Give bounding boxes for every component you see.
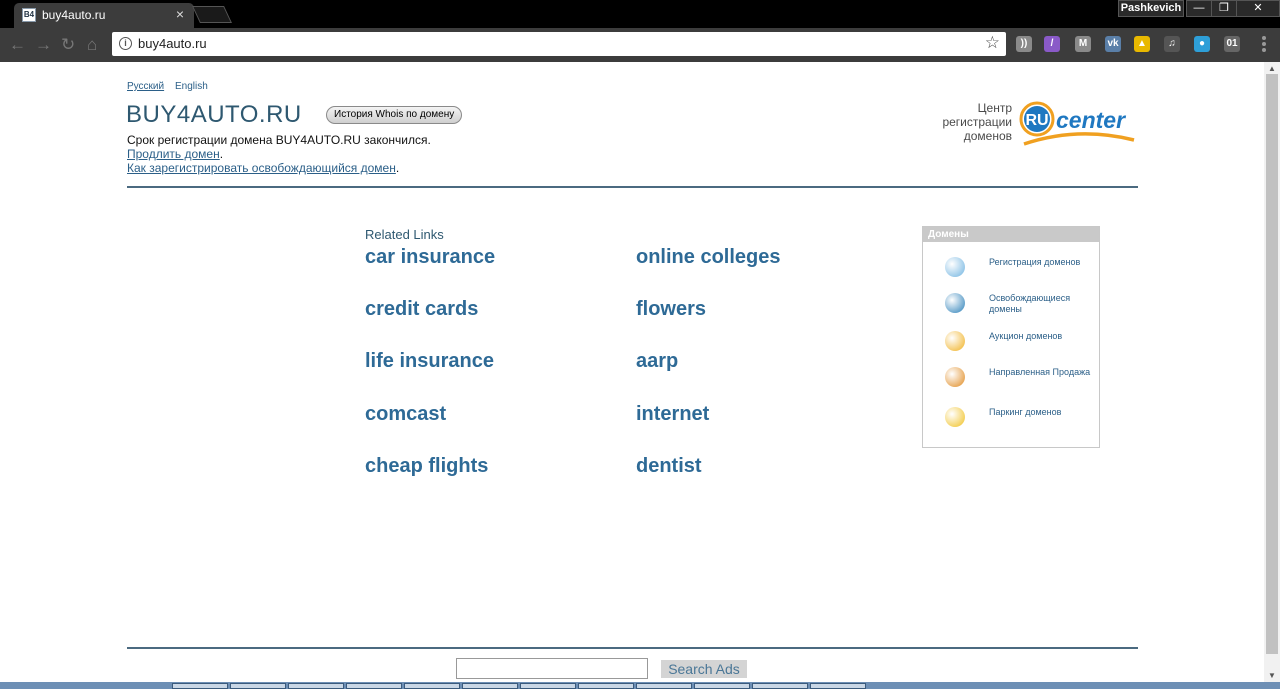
rucenter-logo[interactable]: RU center	[1018, 98, 1138, 152]
rucenter-center-text: center	[1056, 107, 1126, 133]
taskbar-item[interactable]	[172, 683, 228, 689]
exchange-icon	[945, 367, 965, 387]
rucenter-caption: Центр регистрации доменов	[942, 101, 1012, 143]
ru-wings-icon	[945, 293, 965, 313]
scroll-down-icon[interactable]: ▼	[1268, 671, 1276, 680]
taskbar-item[interactable]	[520, 683, 576, 689]
minimize-button[interactable]: —	[1186, 0, 1212, 17]
info-icon[interactable]: i	[119, 37, 132, 50]
site-favicon-icon: B4	[22, 8, 36, 22]
search-ads-button[interactable]: Search Ads	[661, 660, 747, 678]
domains-menu-label[interactable]: Аукцион доменов	[989, 331, 1093, 342]
taskbar-item[interactable]	[752, 683, 808, 689]
taskbar-item[interactable]	[636, 683, 692, 689]
lang-russian-link[interactable]: Русский	[127, 81, 164, 92]
browser-tab[interactable]: B4 buy4auto.ru ×	[14, 3, 194, 28]
chrome-icon[interactable]: ●	[1194, 36, 1210, 52]
related-link[interactable]: dentist	[636, 455, 702, 478]
related-links-title: Related Links	[365, 227, 444, 242]
related-link[interactable]: internet	[636, 403, 709, 426]
expired-notice: Срок регистрации домена BUY4AUTO.RU зако…	[127, 133, 431, 147]
howto-period: .	[395, 161, 400, 175]
lang-english-link[interactable]: English	[175, 81, 208, 92]
os-taskbar	[0, 682, 1280, 689]
domains-menu-label[interactable]: Паркинг доменов	[989, 407, 1093, 418]
related-link[interactable]: cheap flights	[365, 455, 488, 478]
drive-icon[interactable]: ▲	[1134, 36, 1150, 52]
howto-register-link[interactable]: Как зарегистрировать освобождающийся дом…	[127, 161, 396, 175]
scroll-up-icon[interactable]: ▲	[1268, 64, 1276, 73]
menu-icon[interactable]	[1262, 36, 1266, 52]
scroll-thumb[interactable]	[1266, 74, 1278, 654]
related-link[interactable]: car insurance	[365, 246, 495, 269]
related-link[interactable]: life insurance	[365, 350, 494, 373]
related-link[interactable]: comcast	[365, 403, 446, 426]
rucenter-ru-text: RU	[1025, 112, 1048, 129]
counter-icon[interactable]: 01	[1224, 36, 1240, 52]
globe-icon	[945, 257, 965, 277]
profile-button[interactable]: Pashkevich	[1118, 0, 1184, 17]
gmail-icon[interactable]: M	[1075, 36, 1091, 52]
howto-row: Как зарегистрировать освобождающийся дом…	[127, 161, 399, 175]
related-link[interactable]: online colleges	[636, 246, 780, 269]
page-scrollbar[interactable]: ▲ ▼	[1264, 62, 1280, 682]
music-icon[interactable]: ♫	[1164, 36, 1180, 52]
url-text[interactable]: buy4auto.ru	[138, 36, 207, 51]
footer-divider	[127, 647, 1138, 649]
coin-stack-icon	[945, 407, 965, 427]
domains-menu-label[interactable]: Направленная Продажа	[989, 367, 1093, 378]
reload-icon[interactable]: ↻	[61, 35, 75, 55]
taskbar-item[interactable]	[694, 683, 750, 689]
domains-menu-label[interactable]: Регистрация доменов	[989, 257, 1093, 268]
feather-icon[interactable]: /	[1044, 36, 1060, 52]
related-link[interactable]: aarp	[636, 350, 678, 373]
taskbar-item[interactable]	[346, 683, 402, 689]
restore-button[interactable]: ❐	[1211, 0, 1237, 17]
search-ads-input[interactable]	[456, 658, 648, 679]
domain-title: BUY4AUTO.RU	[126, 101, 302, 128]
coins-icon	[945, 331, 965, 351]
whois-history-button[interactable]: История Whois по домену	[326, 106, 463, 124]
tab-title: buy4auto.ru	[42, 8, 106, 22]
related-link[interactable]: flowers	[636, 298, 706, 321]
domains-menu-label[interactable]: Освобождающиеся домены	[989, 293, 1093, 315]
domains-panel-header: Домены	[923, 227, 1099, 242]
rss-icon[interactable]: ))	[1016, 36, 1032, 52]
taskbar-item[interactable]	[404, 683, 460, 689]
new-tab-button[interactable]	[192, 6, 232, 23]
taskbar-item[interactable]	[578, 683, 634, 689]
related-link[interactable]: credit cards	[365, 298, 478, 321]
title-bar: B4 buy4auto.ru × Pashkevich — ❐ ✕	[0, 0, 1280, 28]
forward-icon[interactable]: →	[35, 35, 52, 55]
tab-close-icon[interactable]: ×	[176, 6, 184, 22]
taskbar-item[interactable]	[288, 683, 344, 689]
header-divider	[127, 186, 1138, 188]
home-icon[interactable]: ⌂	[87, 35, 97, 55]
taskbar-item[interactable]	[810, 683, 866, 689]
renew-period: .	[219, 147, 224, 161]
renew-row: Продлить домен.	[127, 147, 223, 161]
bookmark-star-icon[interactable]: ☆	[985, 33, 1000, 53]
address-bar[interactable]: i buy4auto.ru ☆	[112, 32, 1006, 56]
web-page: Русский English BUY4AUTO.RU История Whoi…	[0, 62, 1264, 682]
back-icon[interactable]: ←	[9, 35, 26, 55]
browser-toolbar: ← → ↻ ⌂ i buy4auto.ru ☆ )) / Mvk ▲ ♫ ● 01	[0, 28, 1280, 62]
vk-icon[interactable]: vk	[1105, 36, 1121, 52]
renew-domain-link[interactable]: Продлить домен	[127, 147, 220, 161]
taskbar-item[interactable]	[230, 683, 286, 689]
taskbar-item[interactable]	[462, 683, 518, 689]
domains-panel: Домены Регистрация доменов Освобождающиес…	[922, 226, 1100, 448]
close-window-button[interactable]: ✕	[1236, 0, 1280, 17]
